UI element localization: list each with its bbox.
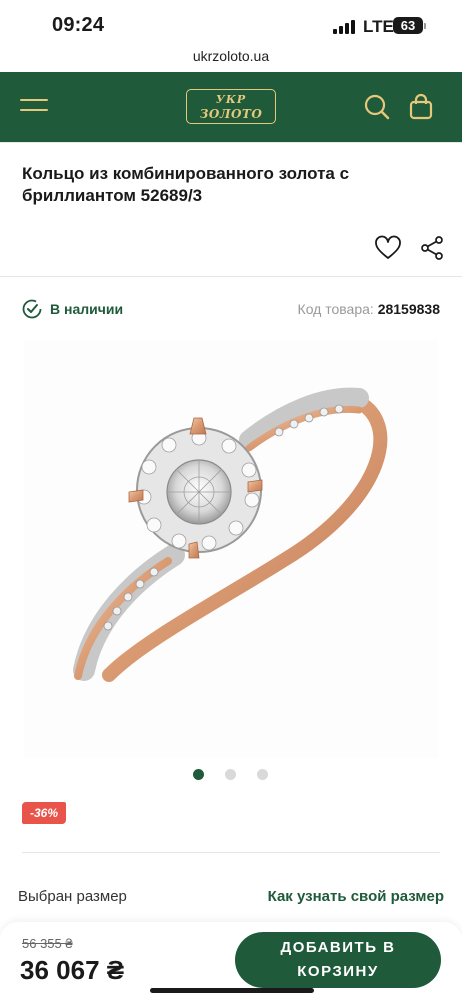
search-icon[interactable] [362,92,392,122]
size-guide-link[interactable]: Как узнать свой размер [268,888,444,905]
divider [0,142,462,143]
discount-badge: -36% [22,802,66,824]
product-code: Код товара: 28159838 [298,301,440,317]
site-logo[interactable]: УКР ЗОЛОТО [186,89,276,124]
share-icon[interactable] [418,234,446,262]
gallery-dot[interactable] [257,769,268,780]
add-to-cart-button[interactable]: ДОБАВИТЬ В КОРЗИНУ [235,932,441,988]
check-circle-icon [22,299,42,319]
product-image[interactable] [24,340,438,758]
divider [22,852,440,853]
product-title: Кольцо из комбинированного золота с брил… [22,164,350,205]
network-type: LTE [363,17,394,36]
status-time: 09:24 [52,14,105,36]
site-header: УКР ЗОЛОТО [0,72,462,142]
signal-icon [333,20,355,34]
home-indicator[interactable] [150,988,314,993]
logo-line-1: УКР [215,93,247,106]
divider [0,276,462,277]
url-bar[interactable]: ukrzoloto.ua [0,48,462,70]
add-to-cart-label-1: ДОБАВИТЬ В [280,939,396,956]
heart-icon[interactable] [374,234,402,262]
size-selected-label: Выбран размер [18,888,127,905]
product-code-label: Код товара: [297,301,374,317]
battery-tip [424,23,426,29]
availability-label: В наличии [50,301,124,317]
logo-line-2: ЗОЛОТО [199,107,263,121]
product-code-value: 28159838 [377,301,440,317]
current-price: 36 067 ₴ [20,955,125,985]
add-to-cart-label-2: КОРЗИНУ [297,963,379,980]
old-price: 56 355 ₴ [22,936,73,951]
hamburger-icon[interactable] [20,96,48,116]
ring-image [73,387,388,682]
battery-icon: 63 [393,17,423,34]
gallery-dot[interactable] [225,769,236,780]
status-bar: 09:24 LTE 63 [0,0,462,48]
gallery-dot[interactable] [193,769,204,780]
gallery-pagination [193,769,273,781]
shopping-bag-icon[interactable] [406,92,436,122]
